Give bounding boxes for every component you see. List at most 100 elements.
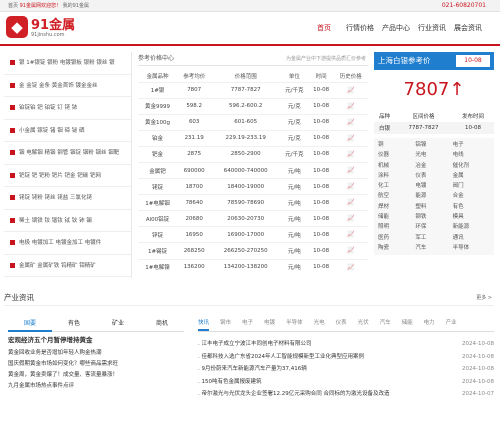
industry-link[interactable]: 汽车 [415,243,452,253]
category-item[interactable]: 铟 电解铟 精铟 钢管 铟锭 铟粉 铟丝 铟靶 [4,142,131,165]
industry-link[interactable]: 照明 [378,222,415,232]
list-item[interactable]: 九月金属市场热点事件点评 [8,381,188,392]
industry-link[interactable]: 陶瓷 [378,243,415,253]
industry-link[interactable]: 催化剂 [453,161,490,171]
industry-link[interactable]: 塑料 [415,202,452,212]
news-tab[interactable]: 光伏 [358,318,369,331]
category-item[interactable]: 金 金锭 金条 黄金首饰 镀金金丝 [4,75,131,97]
category-item[interactable]: 铂锭铂 钯 铂锭 钌 铑 铱 [4,97,131,120]
industry-link[interactable]: 涂料 [378,171,415,181]
industry-link[interactable]: 电线 [453,150,490,160]
news-tab[interactable]: 半导体 [286,318,303,331]
industry-link[interactable]: 医药 [378,233,415,243]
industry-link[interactable]: 阀门 [453,181,490,191]
industry-link[interactable]: 仪器 [378,150,415,160]
tab-important[interactable]: 国要 [8,318,52,332]
industry-link[interactable]: 仪表 [415,171,452,181]
industry-link[interactable]: 有色 [453,202,490,212]
table-row[interactable]: 黄金100g 603 601-605 元/克 10-08 📈 [138,113,368,131]
nav-prices[interactable]: 行情价格 [342,20,378,36]
news-tab[interactable]: 仪表 [336,318,347,331]
more-link[interactable]: 更多 > [476,294,492,301]
industry-link[interactable]: 机械 [378,161,415,171]
news-title[interactable]: 江丰电子成立宁波江丰同创电子材料有限公司 [202,341,312,347]
industry-link[interactable]: 能源 [415,191,452,201]
industry-link[interactable]: 半导体 [453,243,490,253]
industry-link[interactable]: 军工 [415,233,452,243]
category-item[interactable]: 电极 电镀加工 电镀金加工 电镀件 [4,232,131,255]
table-row[interactable]: 金属钯 690000 640000-740000 元/吨 10-08 📈 [138,161,368,179]
news-tab[interactable]: 电力 [424,318,435,331]
history-chart-icon[interactable]: 📈 [333,242,368,260]
nav-exhibitions[interactable]: 展会资讯 [450,20,486,36]
history-chart-icon[interactable]: 📈 [333,97,368,115]
category-item[interactable]: 银 1#银锭 银粉 电镀银板 银粉 银丝 银 [4,52,131,75]
table-row[interactable]: 1#银 7807 7787-7827 元/千克 10-08 📈 [138,81,368,99]
list-item[interactable]: . 9月份蔚来汽车新能源汽车产量为37,416辆 2024-10-08 [198,363,494,376]
industry-link[interactable]: 新能源 [453,222,490,232]
tab-mining[interactable]: 矿业 [96,318,140,332]
industry-link[interactable]: 合金 [453,191,490,201]
industry-link[interactable]: 钢铁 [415,212,452,222]
news-title[interactable]: 佳都科技入选广东省2024年人工智能规模新型工业化典型应用案例 [202,354,365,360]
headline[interactable]: 宏观经济五个月暂停增持黄金 [8,332,188,348]
list-item[interactable]: 黄金回收业务是否增加年轻人购金热潮 [8,348,188,359]
category-item[interactable]: 稀土 镝铁 钕 镨钕 铽 钬 铈 镧 [4,210,131,232]
industry-link[interactable]: 铝镍 [415,140,452,150]
history-chart-icon[interactable]: 📈 [333,258,368,276]
table-row[interactable]: 1#电解镍 136200 134200-138200 元/吨 10-08 📈 [138,258,368,276]
news-tab[interactable]: 产业 [446,318,457,331]
category-item[interactable]: 小金属 镓锭 锗 铟 碲 铋 硒 [4,120,131,142]
history-chart-icon[interactable]: 📈 [333,161,368,179]
industry-link[interactable]: 环保 [415,222,452,232]
logo[interactable]: ◆ 91金属 91jinshu.com [6,15,76,43]
industry-link[interactable]: 冶金 [415,161,452,171]
news-tab[interactable]: 快讯 [198,318,210,331]
history-chart-icon[interactable]: 📈 [333,81,368,99]
history-chart-icon[interactable]: 📈 [333,226,368,243]
history-chart-icon[interactable]: 📈 [333,113,368,131]
news-tab[interactable]: 储能 [402,318,413,331]
news-tab[interactable]: 汽车 [380,318,391,331]
category-item[interactable]: 金属矿 金属矿铁 钨精矿 钼精矿 [4,255,131,277]
industry-link[interactable]: 化工 [378,181,415,191]
industry-link[interactable]: 通讯 [453,233,490,243]
news-tab[interactable]: 光电 [314,318,325,331]
nav-products[interactable]: 产品中心 [378,20,414,36]
industry-link[interactable]: 模具 [453,212,490,222]
category-item[interactable]: 铑锭 铑粉 铑丝 铑盐 三氯化铑 [4,187,131,210]
list-item[interactable]: . 佳都科技入选广东省2024年人工智能规模新型工业化典型应用案例 2024-10… [198,351,494,364]
tab-nonferrous[interactable]: 有色 [52,318,96,332]
list-item[interactable]: . 帝尔激光与光伏龙头企业签署12.29亿元采购合同 合同标的为激光设备及改造 2… [198,388,494,401]
table-row[interactable]: 铂金 231.19 229.19-233.19 元/克 10-08 📈 [138,129,368,147]
history-chart-icon[interactable]: 📈 [333,210,368,227]
industry-link[interactable]: 金属 [453,171,490,181]
industry-link[interactable]: 储能 [378,212,415,222]
table-row[interactable]: 锌锭 16950 16900-17000 元/吨 10-08 📈 [138,226,368,243]
history-chart-icon[interactable]: 📈 [333,129,368,147]
tab-business[interactable]: 商机 [140,318,184,332]
category-item[interactable]: 钯锭 钯 钯粉 钯片 钯金 钯碳 钯网 [4,165,131,187]
news-tab[interactable]: 电子 [242,318,253,331]
news-title[interactable]: 150吨有色金属报废建筑 [202,379,262,385]
industry-link[interactable]: 焊材 [378,202,415,212]
history-chart-icon[interactable]: 📈 [333,194,368,211]
table-row[interactable]: 钯金 2875 2850-2900 元/千克 10-08 📈 [138,145,368,163]
list-item[interactable]: . 150吨有色金属报废建筑 2024-10-08 [198,376,494,389]
list-item[interactable]: 国庆假期黄金市场如何变化？哪些商品需求旺 [8,359,188,370]
news-tab[interactable]: 钢市 [220,318,231,331]
home-link[interactable]: 首页 [8,3,18,9]
nav-home[interactable]: 首页 [306,20,342,36]
table-row[interactable]: Al00铝锭 20680 20630-20730 元/吨 10-08 📈 [138,210,368,227]
list-item[interactable]: . 江丰电子成立宁波江丰同创电子材料有限公司 2024-10-08 [198,338,494,351]
industry-link[interactable]: 光电 [415,150,452,160]
my-account-link[interactable]: 我的91金属 [63,3,89,9]
news-tab[interactable]: 电镀 [264,318,275,331]
news-title[interactable]: 9月份蔚来汽车新能源汽车产量为37,416辆 [202,366,307,372]
industry-link[interactable]: 航空 [378,191,415,201]
news-title[interactable]: 帝尔激光与光伏龙头企业签署12.29亿元采购合同 合同标的为激光设备及改造 [202,391,390,397]
table-row[interactable]: 黄金9999 598.2 596.2-600.2 元/克 10-08 📈 [138,97,368,115]
nav-news[interactable]: 行业资讯 [414,20,450,36]
history-chart-icon[interactable]: 📈 [333,178,368,195]
industry-link[interactable]: 电子 [453,140,490,150]
